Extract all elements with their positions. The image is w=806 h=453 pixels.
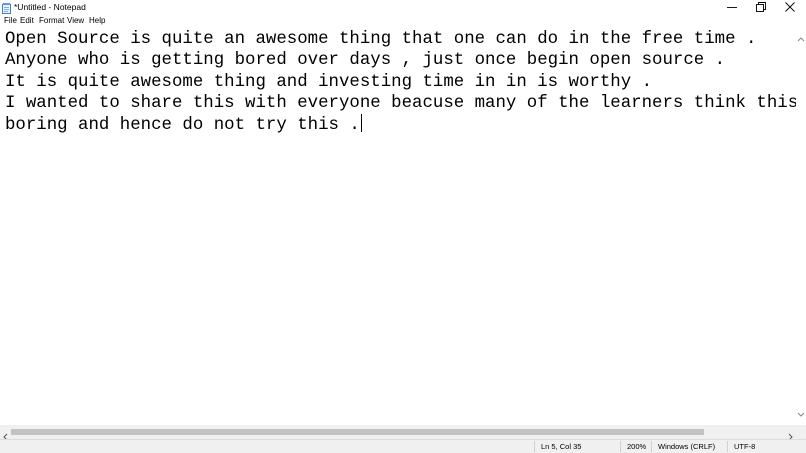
text-line: Anyone who is getting bored over days , …: [5, 51, 726, 71]
window-title: *Untitled - Notepad: [14, 2, 86, 12]
status-divider: [651, 441, 652, 452]
text-editor[interactable]: Open Source is quite an awesome thing th…: [0, 27, 798, 425]
minimize-icon: [727, 2, 737, 12]
restore-icon: [756, 2, 766, 12]
menu-edit[interactable]: Edit: [20, 15, 34, 26]
encoding: UTF-8: [734, 442, 756, 451]
title-bar[interactable]: *Untitled - Notepad: [0, 0, 806, 14]
minimize-button[interactable]: [718, 0, 746, 14]
status-divider: [620, 441, 621, 452]
text-line: I wanted to share this with everyone bea…: [5, 93, 799, 113]
menu-format[interactable]: Format: [39, 15, 64, 26]
text-line-last: boring and hence do not try this .: [5, 114, 798, 136]
menu-bar: File Edit Format View Help: [0, 14, 806, 27]
cursor-position: Ln 5, Col 35: [541, 442, 582, 451]
status-divider: [534, 441, 535, 452]
close-icon: [785, 2, 795, 12]
horizontal-scroll-thumb[interactable]: [11, 429, 704, 435]
editor-content: Open Source is quite an awesome thing th…: [5, 29, 798, 136]
text-line: boring and hence do not try this .: [5, 116, 360, 136]
scrollbar-corner: [796, 425, 806, 439]
text-line: It is quite awesome thing and investing …: [5, 72, 653, 92]
scroll-up-icon[interactable]: [797, 29, 805, 47]
scroll-down-icon[interactable]: [797, 405, 805, 423]
restore-button[interactable]: [747, 0, 775, 14]
menu-help[interactable]: Help: [89, 15, 105, 26]
notepad-icon: [2, 1, 11, 14]
vertical-scrollbar[interactable]: [796, 27, 806, 425]
menu-file[interactable]: File: [4, 15, 17, 26]
status-bar: Ln 5, Col 35 200% Windows (CRLF) UTF-8: [0, 439, 806, 453]
menu-view[interactable]: View: [67, 15, 84, 26]
horizontal-scrollbar[interactable]: [0, 425, 796, 441]
zoom-level: 200%: [627, 442, 647, 451]
text-caret: [360, 114, 362, 133]
line-ending: Windows (CRLF): [658, 442, 716, 451]
close-button[interactable]: [776, 0, 804, 14]
status-divider: [727, 441, 728, 452]
text-line: Open Source is quite an awesome thing th…: [5, 30, 757, 49]
